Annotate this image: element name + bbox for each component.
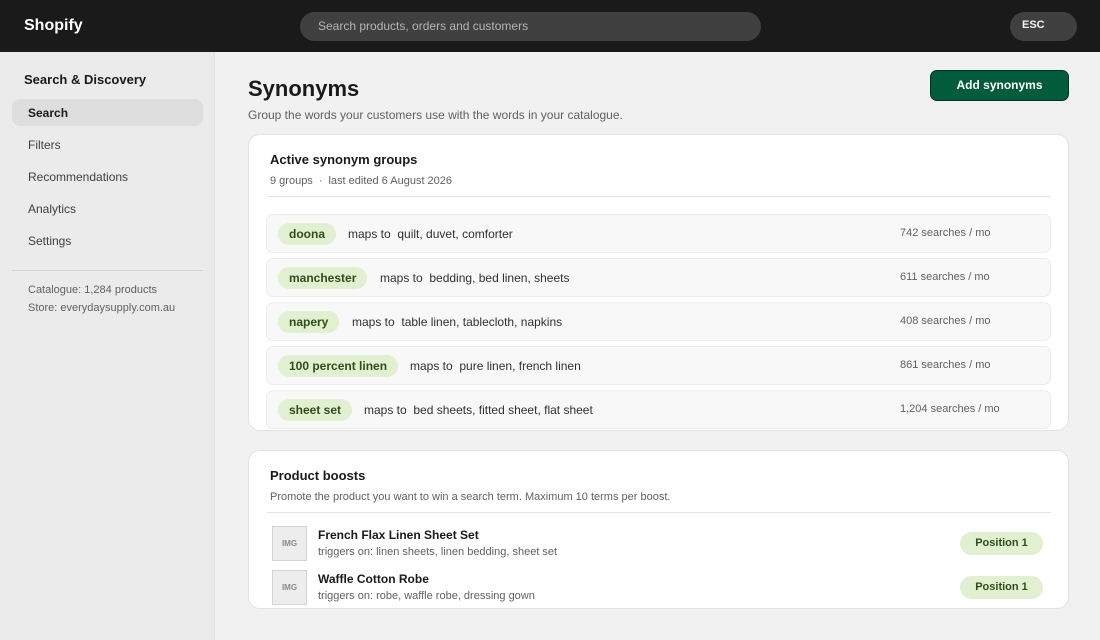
synonym-term-badge: sheet set xyxy=(278,399,353,421)
synonym-targets: bedding, bed linen, sheets xyxy=(429,271,570,285)
card-meta: 9 groups · last edited 6 August 2026 xyxy=(270,175,452,187)
maps-to-label: maps to xyxy=(352,315,395,329)
product-boosts-card: Product boosts Promote the product you w… xyxy=(248,450,1069,609)
synonym-row[interactable]: sheet set maps to bed sheets, fitted she… xyxy=(266,390,1051,429)
product-name[interactable]: French Flax Linen Sheet Set xyxy=(318,528,479,542)
catalogue-count: Catalogue: 1,284 products xyxy=(28,284,158,296)
synonym-targets: quilt, duvet, comforter xyxy=(397,227,513,241)
synonym-row[interactable]: manchester maps to bedding, bed linen, s… xyxy=(266,258,1051,297)
product-name[interactable]: Waffle Cotton Robe xyxy=(318,572,429,586)
synonym-mapping: maps to table linen, tablecloth, napkins xyxy=(352,315,562,329)
sidebar-item-filters[interactable]: Filters xyxy=(12,131,203,158)
sidebar-item-settings[interactable]: Settings xyxy=(12,227,203,254)
last-edited: last edited 6 August 2026 xyxy=(328,175,453,187)
sidebar-item-label: Analytics xyxy=(28,202,77,216)
product-thumbnail: IMG xyxy=(272,570,307,605)
sidebar-item-label: Recommendations xyxy=(28,170,129,184)
sidebar: Search & Discovery Search Filters Recomm… xyxy=(0,52,215,640)
card-divider xyxy=(267,196,1051,197)
sidebar-item-analytics[interactable]: Analytics xyxy=(12,195,203,222)
card-title: Active synonym groups xyxy=(270,152,418,167)
boost-triggers: triggers on: linen sheets, linen bedding… xyxy=(318,546,558,558)
sidebar-divider xyxy=(214,52,215,640)
maps-to-label: maps to xyxy=(348,227,391,241)
groups-count: 9 groups xyxy=(270,175,313,187)
maps-to-label: maps to xyxy=(364,403,407,417)
synonym-mapping: maps to pure linen, french linen xyxy=(410,359,581,373)
synonym-targets: table linen, tablecloth, napkins xyxy=(401,315,563,329)
search-volume: 611 searches / mo xyxy=(900,271,990,283)
position-badge: Position 1 xyxy=(960,532,1043,555)
synonym-targets: pure linen, french linen xyxy=(459,359,581,373)
search-placeholder: Search products, orders and customers xyxy=(318,19,529,33)
boost-triggers: triggers on: robe, waffle robe, dressing… xyxy=(318,590,535,602)
boost-row[interactable]: IMG Waffle Cotton Robe triggers on: robe… xyxy=(267,566,1051,606)
sidebar-item-label: Filters xyxy=(28,138,61,152)
synonym-row[interactable]: doona maps to quilt, duvet, comforter 74… xyxy=(266,214,1051,253)
global-search-input[interactable]: Search products, orders and customers xyxy=(300,12,761,41)
maps-to-label: maps to xyxy=(380,271,423,285)
sidebar-item-recommendations[interactable]: Recommendations xyxy=(12,163,203,190)
esc-label: ESC xyxy=(1022,19,1045,31)
boost-row[interactable]: IMG French Flax Linen Sheet Set triggers… xyxy=(267,522,1051,562)
sidebar-separator xyxy=(12,270,203,271)
sidebar-item-label: Settings xyxy=(28,234,72,248)
search-volume: 408 searches / mo xyxy=(900,315,991,327)
store-domain: Store: everydaysupply.com.au xyxy=(28,302,176,314)
synonym-term-badge: doona xyxy=(278,223,336,245)
search-volume: 1,204 searches / mo xyxy=(900,403,1000,415)
synonym-term-badge: 100 percent linen xyxy=(278,355,399,377)
synonym-row[interactable]: napery maps to table linen, tablecloth, … xyxy=(266,302,1051,341)
sidebar-app-title: Search & Discovery xyxy=(24,72,147,87)
add-synonyms-button[interactable]: Add synonyms xyxy=(930,70,1069,101)
synonym-term-badge: napery xyxy=(278,311,340,333)
page-title: Synonyms xyxy=(248,76,360,101)
synonym-mapping: maps to quilt, duvet, comforter xyxy=(348,227,513,241)
search-volume: 861 searches / mo xyxy=(900,359,991,371)
product-thumbnail: IMG xyxy=(272,526,307,561)
synonym-groups-card: Active synonym groups 9 groups · last edit… xyxy=(248,134,1069,431)
shopify-logo[interactable]: Shopify xyxy=(24,17,83,35)
top-bar: Shopify Search products, orders and cust… xyxy=(0,0,1100,52)
card-description: Promote the product you want to win a se… xyxy=(270,491,671,503)
card-divider xyxy=(267,512,1051,513)
maps-to-label: maps to xyxy=(410,359,453,373)
synonym-mapping: maps to bed sheets, fitted sheet, flat s… xyxy=(364,403,593,417)
position-badge: Position 1 xyxy=(960,576,1043,599)
sidebar-item-search[interactable]: Search xyxy=(12,99,203,126)
card-title: Product boosts xyxy=(270,468,366,483)
synonym-mapping: maps to bedding, bed linen, sheets xyxy=(380,271,569,285)
synonym-targets: bed sheets, fitted sheet, flat sheet xyxy=(413,403,593,417)
search-volume: 742 searches / mo xyxy=(900,227,991,239)
synonym-row[interactable]: 100 percent linen maps to pure linen, fr… xyxy=(266,346,1051,385)
esc-button[interactable]: ESC xyxy=(1010,12,1077,41)
meta-separator: · xyxy=(318,175,323,187)
synonym-term-badge: manchester xyxy=(278,267,368,289)
page-subtitle: Group the words your customers use with … xyxy=(248,108,623,122)
sidebar-item-label: Search xyxy=(28,106,69,120)
